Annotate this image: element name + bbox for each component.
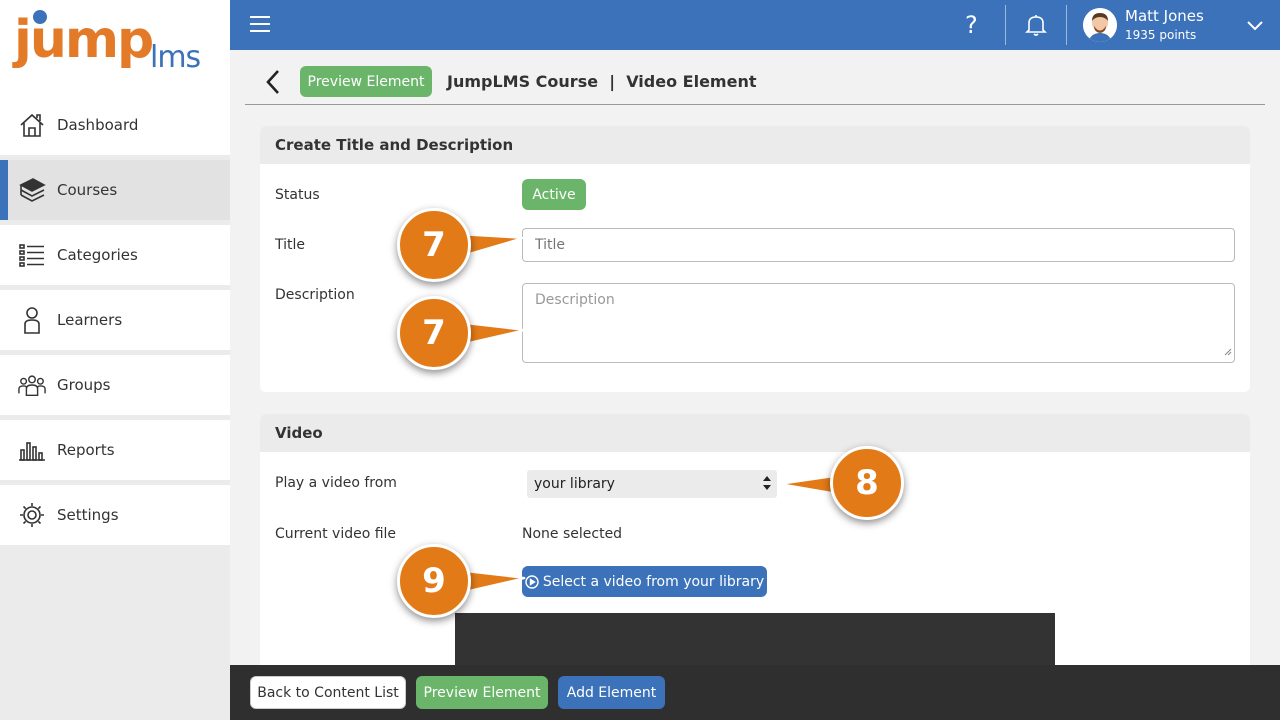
sidebar-item-groups[interactable]: Groups — [0, 355, 230, 415]
panel-heading: Video — [260, 414, 1250, 452]
sidebar-item-reports[interactable]: Reports — [0, 420, 230, 480]
user-name[interactable]: Matt Jones — [1125, 7, 1204, 25]
callout-7-description: 7 — [397, 296, 471, 370]
gear-icon — [18, 501, 46, 529]
avatar[interactable] — [1083, 8, 1117, 42]
panel-heading: Create Title and Description — [260, 126, 1250, 164]
current-file-label: Current video file — [275, 526, 397, 542]
logo-jump-text: jump — [14, 10, 154, 70]
preview-element-button[interactable]: Preview Element — [300, 66, 432, 97]
home-icon — [18, 111, 46, 139]
status-label: Status — [275, 187, 320, 203]
sidebar-item-label: Categories — [57, 246, 138, 264]
chevron-down-icon[interactable] — [1246, 17, 1264, 36]
hamburger-menu-icon[interactable] — [250, 16, 270, 34]
title-label: Title — [275, 237, 306, 253]
jumplms-logo[interactable]: jump lms — [0, 0, 230, 95]
page-header: Preview Element JumpLMS Course | Video E… — [245, 57, 1265, 105]
bell-icon[interactable] — [1025, 13, 1047, 41]
back-to-content-list-button[interactable]: Back to Content List — [250, 676, 406, 709]
group-icon — [18, 371, 46, 399]
select-arrows-icon — [762, 475, 772, 495]
bottom-action-bar: Back to Content List Preview Element Add… — [230, 665, 1280, 720]
sidebar-nav: Dashboard Courses Categories Learners Gr… — [0, 95, 230, 550]
back-arrow-icon[interactable] — [265, 69, 281, 99]
sidebar-item-settings[interactable]: Settings — [0, 485, 230, 545]
sidebar: jump lms Dashboard Courses Categories Le… — [0, 0, 230, 720]
sidebar-item-label: Reports — [57, 441, 115, 459]
video-source-value: your library — [534, 476, 615, 492]
sidebar-item-courses[interactable]: Courses — [0, 160, 230, 220]
sidebar-item-label: Groups — [57, 376, 111, 394]
sidebar-item-label: Dashboard — [57, 116, 139, 134]
help-icon[interactable]: ? — [965, 11, 978, 39]
sidebar-item-learners[interactable]: Learners — [0, 290, 230, 350]
divider — [1005, 5, 1006, 45]
description-textarea[interactable]: Description — [522, 283, 1235, 363]
select-video-label: Select a video from your library — [542, 573, 765, 590]
page-title: JumpLMS Course | Video Element — [447, 72, 757, 91]
current-file-value: None selected — [522, 526, 623, 542]
video-source-select[interactable]: your library — [527, 470, 777, 498]
top-bar: ? Matt Jones 1935 points — [230, 0, 1280, 50]
status-badge[interactable]: Active — [522, 179, 586, 210]
logo-lms-text: lms — [150, 40, 201, 75]
video-player[interactable] — [455, 613, 1055, 665]
add-element-button[interactable]: Add Element — [558, 676, 665, 709]
sidebar-item-categories[interactable]: Categories — [0, 225, 230, 285]
resize-handle-icon[interactable] — [1224, 344, 1232, 360]
person-icon — [18, 306, 46, 334]
sidebar-item-label: Courses — [57, 181, 118, 199]
sidebar-item-label: Settings — [57, 506, 119, 524]
play-from-label: Play a video from — [275, 475, 397, 491]
callout-8-video-source: 8 — [830, 446, 904, 520]
sidebar-item-dashboard[interactable]: Dashboard — [0, 95, 230, 155]
select-video-button[interactable]: Select a video from your library — [522, 566, 767, 597]
title-input[interactable] — [522, 228, 1235, 262]
books-icon — [18, 176, 46, 204]
user-points: 1935 points — [1125, 28, 1197, 42]
video-panel: Video Play a video from your library Cur… — [260, 414, 1250, 665]
divider — [1066, 5, 1067, 45]
list-icon — [18, 241, 46, 269]
callout-9-select-video: 9 — [397, 544, 471, 618]
sidebar-item-label: Learners — [57, 311, 123, 329]
callout-7-title: 7 — [397, 208, 471, 282]
description-placeholder: Description — [535, 292, 615, 308]
description-label: Description — [275, 287, 355, 303]
preview-element-button[interactable]: Preview Element — [416, 676, 548, 709]
chart-icon — [18, 436, 46, 464]
